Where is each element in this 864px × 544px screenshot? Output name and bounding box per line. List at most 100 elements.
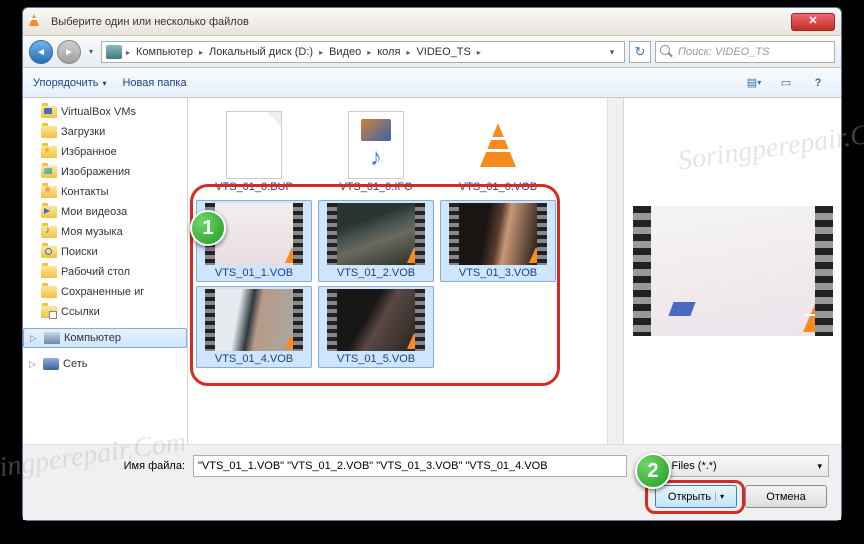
- file-item[interactable]: VTS_01_4.VOB: [196, 286, 312, 368]
- folder-icon: [41, 186, 57, 198]
- cancel-button[interactable]: Отмена: [745, 485, 827, 508]
- file-list[interactable]: VTS_01_0.BUP ♪ VTS_01_0.IFO VTS_01_0.VOB VTS…: [188, 98, 623, 444]
- vlc-cone-icon: [470, 111, 526, 179]
- vlc-cone-icon: [285, 247, 299, 263]
- vlc-cone-icon: [803, 304, 827, 332]
- video-thumbnail: [327, 203, 425, 265]
- file-item[interactable]: VTS_01_5.VOB: [318, 286, 434, 368]
- file-item[interactable]: VTS_01_0.BUP: [196, 108, 312, 196]
- tree-item[interactable]: Изображения: [23, 162, 187, 182]
- search-icon: [660, 45, 674, 59]
- filename-label: Имя файла:: [35, 460, 185, 472]
- file-item[interactable]: VTS_01_3.VOB: [440, 200, 556, 282]
- tree-item[interactable]: Поиски: [23, 242, 187, 262]
- folder-icon: [41, 226, 57, 238]
- breadcrumb[interactable]: VIDEO_TS: [414, 46, 472, 58]
- folder-icon: [41, 306, 57, 318]
- search-input[interactable]: Поиск: VIDEO_TS: [655, 41, 835, 63]
- refresh-button[interactable]: [629, 41, 651, 63]
- chevron-icon: [124, 46, 132, 58]
- folder-icon: [41, 106, 57, 118]
- file-dialog-window: Выберите один или несколько файлов ✕ Ком…: [22, 7, 842, 521]
- tree-item[interactable]: Мои видеоза: [23, 202, 187, 222]
- expand-icon[interactable]: ▷: [30, 333, 40, 344]
- preview-thumbnail: [633, 206, 833, 336]
- folder-icon: [41, 246, 57, 258]
- address-dropdown[interactable]: [604, 46, 620, 58]
- dialog-footer: Имя файла: "VTS_01_1.VOB" "VTS_01_2.VOB"…: [23, 444, 841, 520]
- chevron-icon: [365, 46, 373, 58]
- nav-bar: Компьютер Локальный диск (D:) Видео коля…: [23, 36, 841, 68]
- titlebar: Выберите один или несколько файлов ✕: [23, 8, 841, 36]
- folder-icon: [41, 126, 57, 138]
- close-button[interactable]: ✕: [791, 13, 835, 31]
- file-label: VTS_01_0.BUP: [199, 181, 309, 193]
- app-icon: [29, 14, 45, 30]
- chevron-icon: [404, 46, 412, 58]
- back-button[interactable]: [29, 40, 53, 64]
- organize-menu[interactable]: Упорядочить: [33, 77, 106, 89]
- folder-icon: [41, 146, 57, 158]
- help-button[interactable]: ?: [805, 72, 831, 94]
- file-label: VTS_01_1.VOB: [199, 267, 309, 279]
- file-icon: ♪: [348, 111, 404, 179]
- breadcrumb[interactable]: Компьютер: [134, 46, 195, 58]
- tree-item[interactable]: Загрузки: [23, 122, 187, 142]
- file-label: VTS_01_0.IFO: [321, 181, 431, 193]
- search-placeholder: Поиск: VIDEO_TS: [678, 46, 769, 58]
- network-icon: [43, 358, 59, 370]
- tree-item[interactable]: Контакты: [23, 182, 187, 202]
- arrow-right-icon: [64, 46, 74, 58]
- file-label: VTS_01_2.VOB: [321, 267, 431, 279]
- vlc-cone-icon: [407, 333, 421, 349]
- chevron-icon: [317, 46, 325, 58]
- chevron-down-icon: [102, 77, 106, 89]
- breadcrumb[interactable]: коля: [375, 46, 402, 58]
- vlc-cone-icon: [529, 247, 543, 263]
- content-area: VirtualBox VMs Загрузки Избранное Изобра…: [23, 98, 841, 444]
- arrow-left-icon: [36, 46, 46, 58]
- filename-input[interactable]: "VTS_01_1.VOB" "VTS_01_2.VOB" "VTS_01_3.…: [193, 455, 627, 477]
- new-folder-button[interactable]: Новая папка: [122, 77, 186, 89]
- video-thumbnail: [327, 289, 425, 351]
- callout-badge-2: 2: [635, 453, 671, 489]
- file-label: VTS_01_5.VOB: [321, 353, 431, 365]
- forward-button[interactable]: [57, 40, 81, 64]
- tree-item-computer[interactable]: ▷Компьютер: [23, 328, 187, 348]
- history-dropdown[interactable]: [85, 43, 97, 61]
- folder-icon: [41, 266, 57, 278]
- tree-item[interactable]: Рабочий стол: [23, 262, 187, 282]
- file-item[interactable]: VTS_01_2.VOB: [318, 200, 434, 282]
- video-thumbnail: [205, 289, 303, 351]
- tree-item[interactable]: Ссылки: [23, 302, 187, 322]
- folder-icon: [41, 286, 57, 298]
- view-options-button[interactable]: ▤▾: [741, 72, 767, 94]
- toolbar: Упорядочить Новая папка ▤▾ ▭ ?: [23, 68, 841, 98]
- file-label: VTS_01_4.VOB: [199, 353, 309, 365]
- address-bar[interactable]: Компьютер Локальный диск (D:) Видео коля…: [101, 41, 625, 63]
- file-icon: [226, 111, 282, 179]
- file-label: VTS_01_3.VOB: [443, 267, 553, 279]
- tree-item[interactable]: VirtualBox VMs: [23, 102, 187, 122]
- nav-tree[interactable]: VirtualBox VMs Загрузки Избранное Изобра…: [23, 98, 188, 444]
- scrollbar[interactable]: [607, 98, 623, 444]
- vlc-cone-icon: [407, 247, 421, 263]
- preview-toggle-button[interactable]: ▭: [773, 72, 799, 94]
- video-thumbnail: [449, 203, 547, 265]
- chevron-icon: [197, 46, 205, 58]
- tree-item[interactable]: Сохраненные иг: [23, 282, 187, 302]
- computer-icon: [106, 45, 122, 59]
- callout-badge-1: 1: [190, 210, 226, 246]
- breadcrumb[interactable]: Видео: [327, 46, 363, 58]
- file-item[interactable]: VTS_01_0.VOB: [440, 108, 556, 196]
- open-button[interactable]: Открыть: [655, 485, 737, 508]
- expand-icon[interactable]: ▷: [29, 359, 39, 370]
- tree-item[interactable]: Избранное: [23, 142, 187, 162]
- chevron-icon: [475, 46, 483, 58]
- tree-item[interactable]: Моя музыка: [23, 222, 187, 242]
- file-item[interactable]: ♪ VTS_01_0.IFO: [318, 108, 434, 196]
- breadcrumb[interactable]: Локальный диск (D:): [207, 46, 315, 58]
- tree-item-network[interactable]: ▷Сеть: [23, 354, 187, 374]
- file-type-filter[interactable]: l Files (*.*): [659, 455, 829, 477]
- computer-icon: [44, 332, 60, 344]
